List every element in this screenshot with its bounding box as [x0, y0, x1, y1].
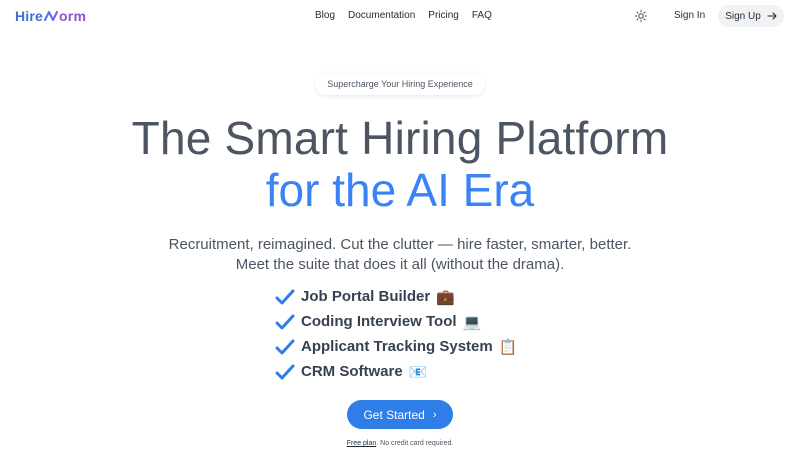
feature-list: Job Portal Builder 💼 Coding Interview To…	[275, 284, 517, 384]
sun-icon[interactable]	[635, 10, 647, 22]
logo[interactable]: Hire orm	[15, 8, 86, 24]
feature-label: Job Portal Builder	[301, 288, 431, 305]
clipboard-icon: 📋	[498, 337, 518, 356]
logo-wave-icon	[44, 11, 59, 21]
free-plan-note-text: . No credit card required.	[376, 440, 454, 447]
nav-faq[interactable]: FAQ	[472, 10, 492, 21]
laptop-code-icon: 💻	[462, 312, 482, 331]
briefcase-icon: 💼	[436, 287, 455, 306]
get-started-label: Get Started	[363, 407, 425, 422]
logo-text-part1: Hire	[15, 8, 44, 24]
logo-text-part2: orm	[59, 8, 87, 24]
feature-label: Applicant Tracking System	[301, 338, 493, 355]
sign-up-label: Sign Up	[725, 10, 761, 22]
feature-label: CRM Software	[301, 363, 403, 380]
feature-label: Coding Interview Tool	[301, 313, 457, 330]
free-plan-link[interactable]: Free plan	[347, 440, 377, 447]
checkmark-icon	[275, 339, 295, 354]
top-header: Hire orm Blog Documentation Pricing FAQ …	[0, 0, 800, 32]
chevron-right-icon: ›	[432, 408, 437, 421]
hero-subtitle: Recruitment, reimagined. Cut the clutter…	[0, 235, 800, 275]
feature-item-applicant-tracking: Applicant Tracking System 📋	[275, 334, 517, 359]
get-started-button[interactable]: Get Started ›	[347, 400, 453, 429]
hero-badge: Supercharge Your Hiring Experience	[315, 73, 485, 95]
feature-item-crm: CRM Software 📧	[275, 359, 517, 384]
hero-title-line1: The Smart Hiring Platform	[131, 112, 669, 164]
main-nav: Blog Documentation Pricing FAQ	[315, 10, 492, 21]
hero-subtitle-line1: Recruitment, reimagined. Cut the clutter…	[168, 236, 632, 253]
email-icon: 📧	[408, 362, 428, 381]
checkmark-icon	[275, 289, 295, 304]
checkmark-icon	[275, 314, 295, 329]
feature-item-coding-interview: Coding Interview Tool 💻	[275, 309, 517, 334]
nav-pricing[interactable]: Pricing	[428, 10, 459, 21]
feature-item-job-portal: Job Portal Builder 💼	[275, 284, 517, 309]
arrow-right-icon	[767, 12, 777, 20]
hero-subtitle-line2: Meet the suite that does it all (without…	[235, 256, 565, 273]
free-plan-note: Free plan. No credit card required.	[0, 440, 800, 447]
nav-blog[interactable]: Blog	[315, 10, 335, 21]
checkmark-icon	[275, 364, 295, 379]
sign-up-button[interactable]: Sign Up	[718, 5, 784, 27]
sign-in-link[interactable]: Sign In	[674, 10, 705, 21]
nav-documentation[interactable]: Documentation	[348, 10, 415, 21]
hero-title-line2: for the AI Era	[265, 164, 535, 216]
